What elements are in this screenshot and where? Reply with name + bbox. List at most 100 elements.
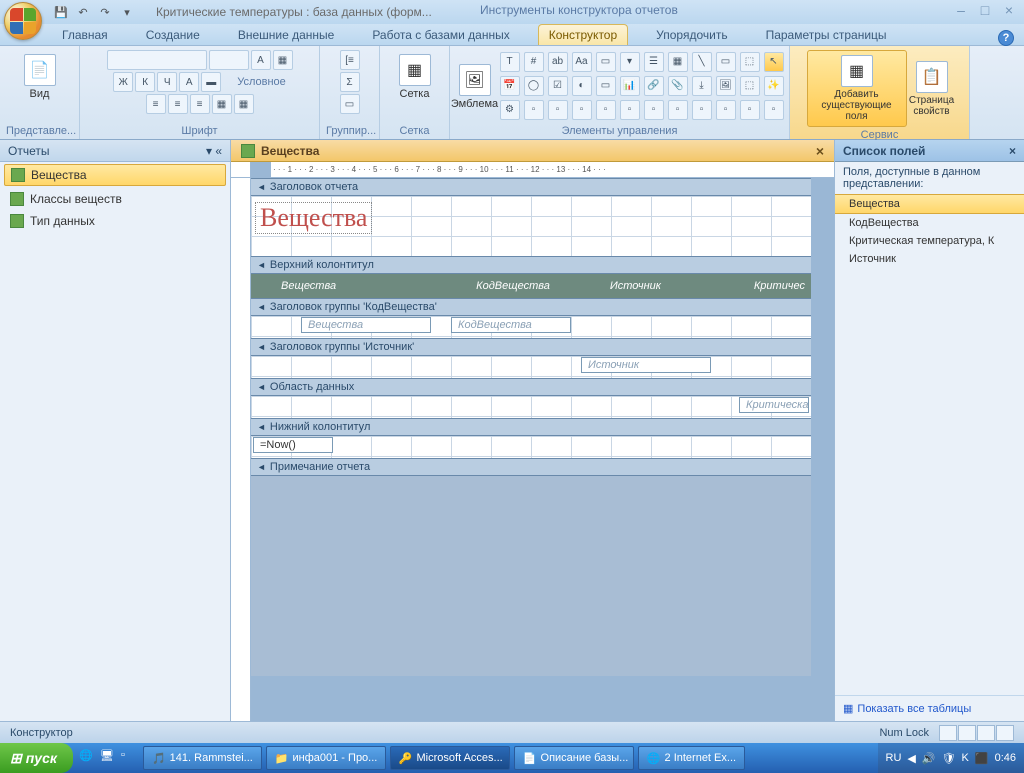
ctrl-more2-icon[interactable]: ▫ bbox=[548, 100, 568, 120]
font-size-combo[interactable] bbox=[209, 50, 249, 70]
field-crit[interactable]: Критическа bbox=[739, 397, 809, 413]
nav-item-1[interactable]: Классы веществ bbox=[0, 188, 230, 210]
group-sort-icon[interactable]: [≡ bbox=[340, 50, 360, 70]
grid-button[interactable]: ▦ Сетка bbox=[394, 50, 436, 104]
tray-icon[interactable]: 🛡 bbox=[942, 752, 956, 765]
tab-external[interactable]: Внешние данные bbox=[228, 25, 345, 45]
ctrl-wizard-icon[interactable]: ✨ bbox=[764, 76, 784, 96]
tab-dbtools[interactable]: Работа с базами данных bbox=[362, 25, 519, 45]
ctrl-image-icon[interactable]: 🖼 bbox=[716, 76, 736, 96]
grid-fill-icon[interactable]: ▦ bbox=[212, 94, 232, 114]
italic-button[interactable]: К bbox=[135, 72, 155, 92]
tab-arrange[interactable]: Упорядочить bbox=[646, 25, 737, 45]
ctrl-link-icon[interactable]: 🔗 bbox=[644, 76, 664, 96]
align-center-icon[interactable]: ≡ bbox=[168, 94, 188, 114]
fill-color-icon[interactable]: ▬ bbox=[201, 72, 221, 92]
ctrl-attach-icon[interactable]: 📎 bbox=[668, 76, 688, 96]
ctrl-more8-icon[interactable]: ▫ bbox=[692, 100, 712, 120]
tab-home[interactable]: Главная bbox=[52, 25, 118, 45]
taskbar-item-1[interactable]: 📁 инфа001 - Про... bbox=[266, 746, 386, 770]
clock[interactable]: 0:46 bbox=[995, 752, 1016, 764]
field-list-header[interactable]: Список полей × bbox=[835, 140, 1024, 162]
tray-icon[interactable]: K bbox=[962, 752, 969, 764]
ctrl-date-icon[interactable]: 📅 bbox=[500, 76, 520, 96]
help-icon[interactable]: ? bbox=[998, 30, 1014, 46]
taskbar-item-4[interactable]: 🌐 2 Internet Ex... bbox=[638, 746, 745, 770]
minimize-button[interactable]: – bbox=[952, 2, 970, 18]
view-layout-icon[interactable] bbox=[977, 725, 995, 741]
ctrl-more9-icon[interactable]: ▫ bbox=[716, 100, 736, 120]
field-list-item-3[interactable]: Источник bbox=[835, 250, 1024, 268]
page-header-band[interactable]: Вещества КодВещества Источник Критичес bbox=[251, 274, 811, 298]
ql-app-icon[interactable]: ▫ bbox=[121, 749, 139, 767]
ctrl-more10-icon[interactable]: ▫ bbox=[740, 100, 760, 120]
ctrl-unbound-icon[interactable]: ⬚ bbox=[740, 76, 760, 96]
header-col-2[interactable]: КодВещества bbox=[446, 280, 580, 292]
field-list-item-0[interactable]: Вещества bbox=[835, 194, 1024, 214]
ctrl-more11-icon[interactable]: ▫ bbox=[764, 100, 784, 120]
design-surface[interactable]: Заголовок отчета Вещества Верхний колонт… bbox=[231, 178, 834, 721]
ctrl-textbox-icon[interactable]: ab bbox=[548, 52, 568, 72]
section-report-header[interactable]: Заголовок отчета bbox=[251, 178, 811, 196]
property-sheet-button[interactable]: 📋 Страница свойств bbox=[911, 57, 953, 121]
alt-fill-icon[interactable]: ▦ bbox=[234, 94, 254, 114]
tray-icon[interactable]: 🔊 bbox=[922, 752, 936, 765]
office-button[interactable] bbox=[4, 2, 42, 40]
ctrl-bound-icon[interactable]: ⬚ bbox=[740, 52, 760, 72]
bold-button[interactable]: Ж bbox=[113, 72, 133, 92]
lang-indicator[interactable]: RU bbox=[886, 752, 902, 764]
ctrl-more5-icon[interactable]: ▫ bbox=[620, 100, 640, 120]
ctrl-more3-icon[interactable]: ▫ bbox=[572, 100, 592, 120]
nav-item-0[interactable]: Вещества bbox=[4, 164, 226, 186]
ctrl-more6-icon[interactable]: ▫ bbox=[644, 100, 664, 120]
ctrl-check-icon[interactable]: ☑ bbox=[548, 76, 568, 96]
ctrl-tab-icon[interactable]: ▭ bbox=[596, 76, 616, 96]
header-col-4[interactable]: Критичес bbox=[724, 280, 811, 292]
section-detail[interactable]: Область данных bbox=[251, 378, 811, 396]
ctrl-more7-icon[interactable]: ▫ bbox=[668, 100, 688, 120]
redo-icon[interactable]: ↷ bbox=[96, 3, 114, 21]
horizontal-ruler[interactable]: · · · 1 · · · 2 · · · 3 · · · 4 · · · 5 … bbox=[271, 162, 834, 178]
header-col-3[interactable]: Источник bbox=[580, 280, 691, 292]
ctrl-option-icon[interactable]: ◯ bbox=[524, 76, 544, 96]
start-button[interactable]: ⊞ пуск bbox=[0, 743, 73, 773]
section-report-footer[interactable]: Примечание отчета bbox=[251, 458, 811, 476]
tray-icon[interactable]: ⬛ bbox=[975, 752, 989, 765]
taskbar-item-3[interactable]: 📄 Описание базы... bbox=[514, 746, 634, 770]
document-close-icon[interactable]: × bbox=[816, 143, 824, 159]
field-list-close-icon[interactable]: × bbox=[1009, 144, 1016, 158]
align-left-icon[interactable]: ≡ bbox=[146, 94, 166, 114]
field-source[interactable]: Источник bbox=[581, 357, 711, 373]
select-all-box[interactable] bbox=[231, 162, 251, 178]
ctrl-title-icon[interactable]: T bbox=[500, 52, 520, 72]
section-group-header-1[interactable]: Заголовок группы 'КодВещества' bbox=[251, 298, 811, 316]
ctrl-chart-icon[interactable]: 📊 bbox=[620, 76, 640, 96]
ctrl-activex-icon[interactable]: ⚙ bbox=[500, 100, 520, 120]
font-grow-icon[interactable]: A bbox=[251, 50, 271, 70]
field-list-footer[interactable]: ▦ Показать все таблицы bbox=[835, 695, 1024, 721]
field-list-item-1[interactable]: КодВещества bbox=[835, 214, 1024, 232]
tab-create[interactable]: Создание bbox=[136, 25, 210, 45]
qat-dropdown-icon[interactable]: ▾ bbox=[118, 3, 136, 21]
ctrl-pagenum-icon[interactable]: # bbox=[524, 52, 544, 72]
nav-item-2[interactable]: Тип данных bbox=[0, 210, 230, 232]
maximize-button[interactable]: □ bbox=[976, 2, 994, 18]
report-title-control[interactable]: Вещества bbox=[255, 202, 372, 234]
ctrl-label-icon[interactable]: Aa bbox=[572, 52, 592, 72]
add-fields-button[interactable]: ▦ Добавить существующие поля bbox=[807, 50, 907, 127]
header-col-1[interactable]: Вещества bbox=[251, 280, 366, 292]
undo-icon[interactable]: ↶ bbox=[74, 3, 92, 21]
totals-icon[interactable]: Σ bbox=[340, 72, 360, 92]
conditional-button[interactable]: ▦ bbox=[273, 50, 293, 70]
hide-details-icon[interactable]: ▭ bbox=[340, 94, 360, 114]
section-page-footer[interactable]: Нижний колонтитул bbox=[251, 418, 811, 436]
view-report-icon[interactable] bbox=[939, 725, 957, 741]
field-list-item-2[interactable]: Критическая температура, К bbox=[835, 232, 1024, 250]
tab-pagesetup[interactable]: Параметры страницы bbox=[756, 25, 897, 45]
taskbar-item-2[interactable]: 🔑 Microsoft Acces... bbox=[390, 746, 510, 770]
emblem-button[interactable]: 🖼 Эмблема bbox=[454, 60, 496, 114]
nav-dropdown-icon[interactable]: ▾ « bbox=[206, 144, 222, 158]
font-family-combo[interactable] bbox=[107, 50, 207, 70]
underline-button[interactable]: Ч bbox=[157, 72, 177, 92]
field-now[interactable]: =Now() bbox=[253, 437, 333, 453]
